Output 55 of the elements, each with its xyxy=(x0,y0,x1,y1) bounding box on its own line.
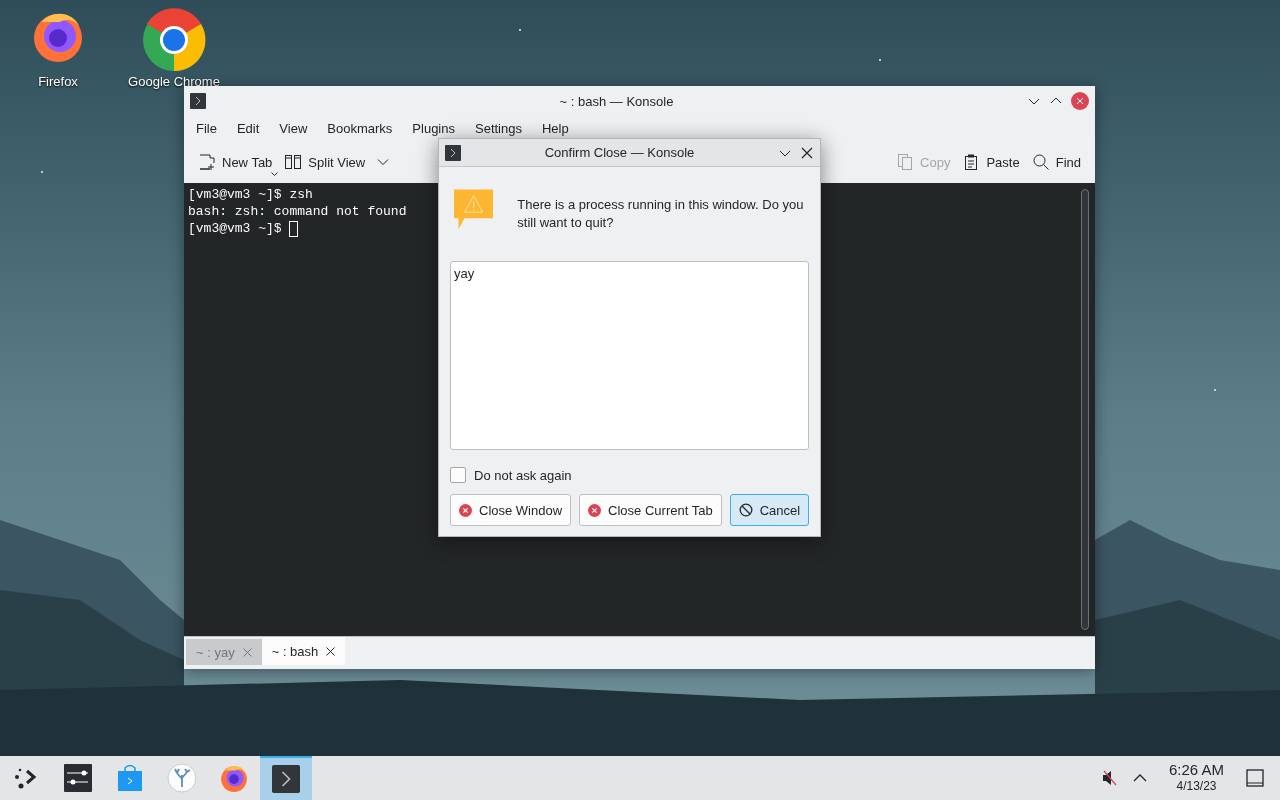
copy-icon xyxy=(896,153,915,171)
close-icon xyxy=(459,503,472,517)
chrome-icon xyxy=(142,8,206,72)
dialog-button[interactable]: Close Window xyxy=(450,494,572,526)
menu-item[interactable]: File xyxy=(186,118,227,139)
toolbar-button[interactable]: Find xyxy=(1025,149,1087,175)
toolbar-button[interactable]: Split View xyxy=(278,149,396,175)
expand-tray-icon[interactable] xyxy=(1132,773,1147,783)
clock-time: 6:26 AM xyxy=(1168,762,1224,778)
terminal-tab[interactable]: ~ : bash xyxy=(261,637,346,665)
close-icon xyxy=(1071,92,1089,110)
menu-item[interactable]: Bookmarks xyxy=(317,118,403,139)
sliders-icon xyxy=(64,764,92,792)
show-desktop-icon[interactable] xyxy=(1246,769,1264,787)
terminal-icon xyxy=(272,765,300,793)
muted-speaker-icon[interactable] xyxy=(1100,769,1119,787)
terminal-line: [vm3@vm3 ~]$ xyxy=(188,220,283,237)
caret-icon xyxy=(271,172,279,177)
shopping-bag-icon xyxy=(117,764,143,792)
scrollbar[interactable] xyxy=(1081,189,1089,630)
terminal-icon xyxy=(190,93,206,109)
clock-date: 4/13/23 xyxy=(1176,778,1217,794)
dialog-message: There is a process running in this window. Do you still want to quit? xyxy=(517,196,805,232)
do-not-ask-checkbox[interactable]: Do not ask again xyxy=(450,466,809,484)
terminal-icon xyxy=(445,144,461,161)
text-cursor xyxy=(289,220,299,237)
desktop-icon-label[interactable]: Firefox xyxy=(38,74,78,89)
toolbar-button[interactable]: Paste xyxy=(956,149,1026,175)
firefox-icon xyxy=(219,763,249,793)
caret-icon xyxy=(377,158,390,166)
split-view-icon xyxy=(284,153,303,171)
dialog-button[interactable]: Cancel xyxy=(729,494,810,526)
menu-item[interactable]: View xyxy=(269,118,318,139)
search-icon xyxy=(1031,153,1050,171)
menu-item[interactable]: Plugins xyxy=(402,118,465,139)
process-list-field[interactable]: yay xyxy=(450,261,809,450)
coral-icon xyxy=(167,763,197,793)
taskbar-item[interactable] xyxy=(260,756,312,800)
toolbar-button[interactable]: New Tab xyxy=(192,149,279,175)
dialog-title: Confirm Close — Konsole xyxy=(543,145,696,160)
close-button[interactable] xyxy=(800,145,814,160)
new-tab-icon xyxy=(198,153,216,171)
dialog-button[interactable]: Close Current Tab xyxy=(579,494,722,526)
menu-item[interactable]: Edit xyxy=(226,118,270,139)
close-tab-icon[interactable] xyxy=(326,646,336,656)
cancel-icon xyxy=(738,503,753,517)
clock[interactable]: 6:26 AM 4/13/23 xyxy=(1160,762,1232,794)
desktop-icon-label[interactable]: Google Chrome xyxy=(128,74,220,89)
window-title: ~ : bash — Konsole xyxy=(558,93,675,109)
close-icon xyxy=(588,503,602,517)
menu-item[interactable]: Settings xyxy=(465,118,532,139)
close-icon xyxy=(800,145,814,160)
terminal-line: bash: zsh: command not found xyxy=(188,203,407,220)
menu-item[interactable]: Help xyxy=(531,118,579,139)
terminal-line: [vm3@vm3 ~]$ zsh xyxy=(188,186,313,203)
